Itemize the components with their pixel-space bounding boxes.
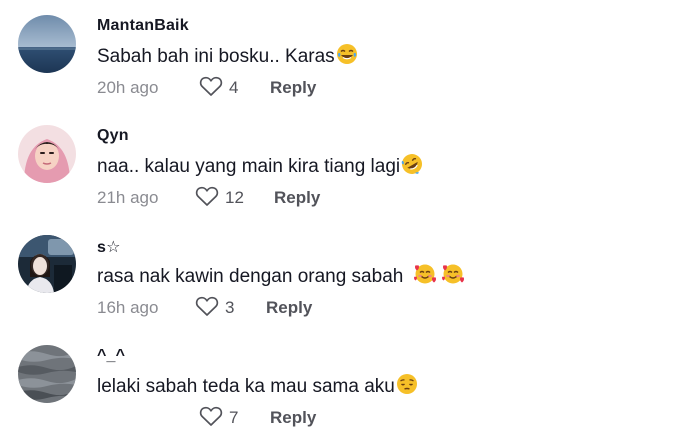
heart-icon[interactable] bbox=[195, 185, 219, 212]
pensive-face-icon bbox=[396, 373, 418, 401]
face-with-tears-of-joy-icon bbox=[336, 43, 358, 71]
like-button[interactable]: 3 bbox=[195, 295, 266, 322]
like-button[interactable]: 12 bbox=[195, 185, 274, 212]
comment-text: rasa nak kawin dengan orang sabah bbox=[97, 263, 465, 291]
reply-button[interactable]: Reply bbox=[266, 298, 312, 318]
avatar[interactable] bbox=[18, 345, 76, 403]
like-count: 4 bbox=[229, 78, 239, 97]
comment-time: 20h ago bbox=[97, 78, 159, 97]
avatar[interactable] bbox=[18, 235, 76, 293]
comment-text: lelaki sabah teda ka mau sama aku bbox=[97, 373, 418, 401]
comment-text-content: Sabah bah ini bosku.. Karas bbox=[97, 46, 335, 67]
heart-icon[interactable] bbox=[199, 75, 223, 102]
comment-item: MantanBaik Sabah bah ini bosku.. Karas 2… bbox=[0, 0, 690, 110]
comment-time: 21h ago bbox=[97, 188, 159, 207]
comment-text: naa.. kalau yang main kira tiang lagi bbox=[97, 153, 423, 181]
smiling-face-with-hearts-icon bbox=[413, 263, 437, 291]
comment-text: Sabah bah ini bosku.. Karas bbox=[97, 43, 358, 71]
comment-text-content: rasa nak kawin dengan orang sabah bbox=[97, 266, 409, 287]
like-count: 7 bbox=[229, 408, 239, 427]
reply-button[interactable]: Reply bbox=[270, 78, 316, 98]
like-button[interactable]: 4 bbox=[199, 75, 270, 102]
reply-button[interactable]: Reply bbox=[270, 408, 316, 428]
avatar[interactable] bbox=[18, 15, 76, 73]
comment-text-content: naa.. kalau yang main kira tiang lagi bbox=[97, 156, 401, 177]
avatar[interactable] bbox=[18, 125, 76, 183]
reply-button[interactable]: Reply bbox=[274, 188, 320, 208]
comment-username[interactable]: Qyn bbox=[97, 127, 129, 145]
comment-username[interactable]: MantanBaik bbox=[97, 17, 189, 35]
heart-icon[interactable] bbox=[199, 405, 223, 432]
comment-meta: 20h ago 4 Reply bbox=[97, 76, 316, 100]
comment-text-content: lelaki sabah teda ka mau sama aku bbox=[97, 376, 395, 397]
comment-username[interactable]: s☆ bbox=[97, 237, 121, 257]
like-count: 3 bbox=[225, 298, 235, 317]
comment-item: ^_^ lelaki sabah teda ka mau sama aku 7 … bbox=[0, 330, 690, 440]
comment-username[interactable]: ^_^ bbox=[97, 347, 125, 365]
like-button[interactable]: 7 bbox=[199, 405, 270, 432]
comment-item: s☆ rasa nak kawin dengan orang sabah 16h… bbox=[0, 220, 690, 330]
comment-item: Qyn naa.. kalau yang main kira tiang lag… bbox=[0, 110, 690, 220]
heart-icon[interactable] bbox=[195, 295, 219, 322]
smiling-face-with-hearts-icon bbox=[441, 263, 465, 291]
like-count: 12 bbox=[225, 188, 244, 207]
comment-time: 16h ago bbox=[97, 298, 159, 317]
rolling-on-floor-laughing-icon bbox=[401, 153, 423, 181]
comment-meta: 21h ago 12 Reply bbox=[97, 186, 320, 210]
comment-meta: 16h ago 3 Reply bbox=[97, 296, 312, 320]
